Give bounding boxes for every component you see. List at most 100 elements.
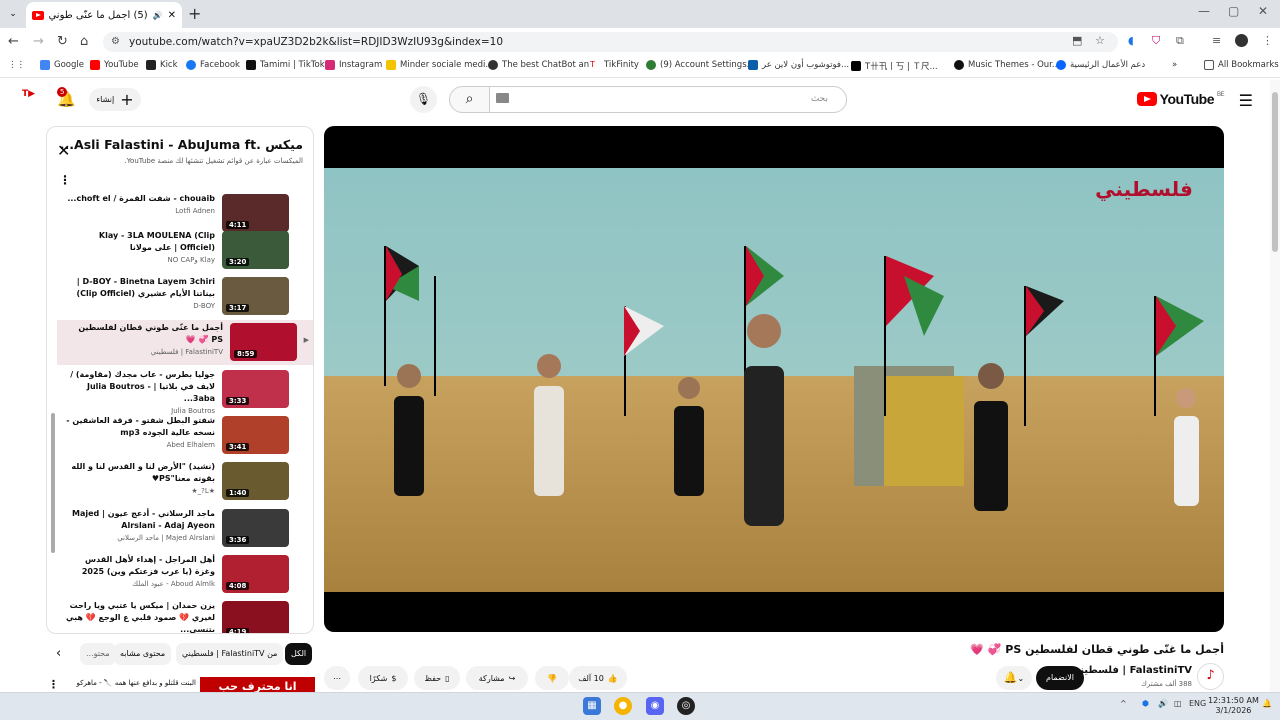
bookmark-meta-business[interactable]: دعم الأعمال الرئيسية [1056,60,1145,70]
channel-avatar-icon[interactable]: T▶ [22,89,44,109]
bookmark-account-settings[interactable]: (9) Account Settings... [646,60,755,70]
notifications-bell-icon[interactable]: 🔔 5 [57,87,76,108]
file-explorer-icon[interactable]: ▦ [583,697,601,715]
channel-name[interactable]: FalastiniTV | فلسطيني [1070,665,1192,676]
minimize-icon[interactable]: — [1198,4,1210,18]
maximize-icon[interactable]: ▢ [1228,4,1239,18]
tab-search-icon[interactable]: ⌄ [5,6,21,22]
playlist-item[interactable]: 3:17 D-BOY - Binetna Layem 3chiri | بينات… [55,274,305,319]
playlist-item[interactable]: 3:36 ماجد الرسلاني - أدعج عيون | Majed Al… [55,506,305,551]
tray-app-icon[interactable]: ⬢ [1142,699,1149,708]
back-icon[interactable]: ← [8,34,19,49]
playlist-item-channel: FalastiniTV | فلسطيني [150,348,223,356]
bookmark-x[interactable]: T卄卂丨丂 | Ｔ尺... [851,60,938,72]
bookmark-photoshop[interactable]: فوتوشوب أون لاين عر... [748,60,849,70]
install-icon[interactable]: ⬒ [1072,34,1082,47]
chip-other[interactable]: محتو... [80,643,116,665]
apps-grid-icon[interactable]: ⋮⋮ [8,60,25,70]
site-info-icon[interactable]: ⚙ [111,32,120,52]
video-player[interactable]: فلسطيني [324,126,1224,632]
reload-icon[interactable]: ↻ [57,34,68,49]
extension-shield-icon[interactable]: ⛉ [1152,34,1160,48]
playlist-item[interactable]: 3:41 شفتو البطل شفتو - فرقة العاشقين - نس… [55,413,305,458]
bookmark-facebook[interactable]: Facebook [186,60,240,70]
playlist-item[interactable]: 1:40 (نشيد) "الأرض لنا و القدس لنا و الله… [55,459,305,504]
volume-icon[interactable]: 🔊 [1158,699,1168,708]
windows-taskbar [0,692,1280,720]
share-button[interactable]: ↪ مشاركة [466,666,528,690]
tab-title: (5) أجمل ما عنّى طوني قطان [49,9,148,21]
all-bookmarks[interactable]: All Bookmarks [1204,60,1279,70]
chevron-down-icon: ⌄ [1017,674,1025,683]
obs-icon[interactable]: ◎ [677,697,695,715]
profile-avatar[interactable] [1235,34,1248,47]
notification-badge: 5 [57,87,68,97]
voice-search-icon[interactable]: 🎙 [410,86,437,113]
bookmark-minder[interactable]: Minder sociale medi... [386,60,493,70]
recommendation-title[interactable]: البنت قلتلو و بدافع عنها همه 🔪 - ماهركو [64,679,196,687]
notifications-tray-icon[interactable]: 🔔 [1262,699,1272,708]
search-button[interactable]: ⌕ [449,86,490,113]
language-indicator[interactable]: ENG [1189,699,1206,708]
chips-prev-icon[interactable]: ‹ [56,646,61,661]
search-input[interactable]: بحث [489,86,847,113]
save-icon: ▯ [445,673,450,683]
system-clock[interactable]: 12:31:50 AM 3/1/2026 [1208,696,1259,716]
chip-similar[interactable]: محتوى مشابه [114,643,172,665]
playlist-more-icon[interactable]: ⋮ [59,173,71,187]
chrome-taskbar-icon[interactable]: ● [614,697,632,715]
playlist-item-text: Klay - 3LA MOULENA (Clip Officiel) | على… [65,230,215,265]
bookmarks-bar: ⋮⋮ Google YouTube Kick Facebook Tamimi |… [0,56,1280,78]
chrome-menu-icon[interactable]: ⋮ [1262,34,1273,47]
keyboard-icon[interactable] [496,93,509,103]
bookmark-music-themes[interactable]: Music Themes - Our... [954,60,1060,70]
home-icon[interactable]: ⌂ [80,34,88,49]
playlist-item[interactable]: 4:19 يزن حمدان | ميكس يا عتبي ويا راحت لغ… [55,598,305,633]
media-control-icon[interactable]: ≡ [1212,34,1221,47]
speaker-icon[interactable]: 🔊 [153,11,163,20]
new-tab-button[interactable]: + [188,4,201,23]
playlist-item-channel: Majed Alrslani | ماجد الرسلاني [117,534,215,542]
channel-avatar[interactable]: ♪ [1197,663,1224,690]
bookmark-kick[interactable]: Kick [146,60,178,70]
subscribe-bell-button[interactable]: 🔔⌄ [996,666,1032,690]
bookmarks-overflow-icon[interactable]: » [1172,60,1177,70]
create-button[interactable]: إنشاء + [89,88,141,111]
bookmark-star-icon[interactable]: ☆ [1095,34,1105,47]
chip-all[interactable]: الكل [285,643,313,665]
tray-chevron-icon[interactable]: ^ [1120,699,1127,708]
close-tab-icon[interactable]: ✕ [168,10,176,21]
join-button[interactable]: الانضمام [1036,666,1084,690]
youtube-play-icon [1136,92,1157,106]
bookmark-instagram[interactable]: Instagram [325,60,382,70]
save-button[interactable]: ▯ حفظ [414,666,460,690]
discord-icon[interactable]: ◉ [646,697,664,715]
page-scrollbar[interactable] [1272,92,1278,252]
network-icon[interactable]: ◫ [1174,699,1182,708]
extensions-puzzle-icon[interactable]: ⧉ [1176,34,1184,48]
playlist-item[interactable]: 3:33 جوليا بطرس - عاب مجدك (مقاومة) / لاي… [55,367,305,415]
address-bar[interactable]: ⚙ youtube.com/watch?v=xpaUZ3D2b2k&list=R… [103,32,1118,52]
logo-region: BE [1216,92,1225,98]
playlist-item[interactable]: 3:20 Klay - 3LA MOULENA (Clip Officiel) |… [55,228,305,273]
chip-from-channel[interactable]: من FalastiniTV | فلسطيني [176,643,284,665]
extension-audio-icon[interactable]: ◖ [1128,34,1134,47]
playlist-item[interactable]: 8:59 أجمل ما عنّى طوني قطان لفلسطين PS 💞 … [57,320,313,365]
bookmark-youtube[interactable]: YouTube [90,60,139,70]
youtube-logo[interactable]: YouTube BE [1136,91,1225,107]
bookmark-google[interactable]: Google [40,60,84,70]
close-window-icon[interactable]: ✕ [1258,4,1268,18]
bookmark-chatbot[interactable]: The best ChatBot an... [488,60,597,70]
bookmark-tiktok[interactable]: Tamimi | TikTok [246,60,325,70]
like-button[interactable]: 👍 10 آلف [569,666,627,690]
playlist-item[interactable]: 4:08 أهل المراجل - إهداء لأهل القدس وغزة … [55,552,305,597]
playlist-item-thumbnail: 3:33 [222,370,289,408]
browser-tab-active[interactable]: (5) أجمل ما عنّى طوني قطان 🔊 ✕ [26,2,182,28]
forward-icon[interactable]: → [33,34,44,49]
bookmark-tikfinity[interactable]: T TikFinity [590,60,639,70]
thanks-button[interactable]: $ شكرًا [358,666,408,690]
menu-icon[interactable]: ☰ [1239,91,1253,110]
more-actions-button[interactable]: ⋯ [324,666,350,690]
recommendation-more-icon[interactable]: ⋮ [48,678,59,691]
dislike-button[interactable]: 👎 [535,666,569,690]
